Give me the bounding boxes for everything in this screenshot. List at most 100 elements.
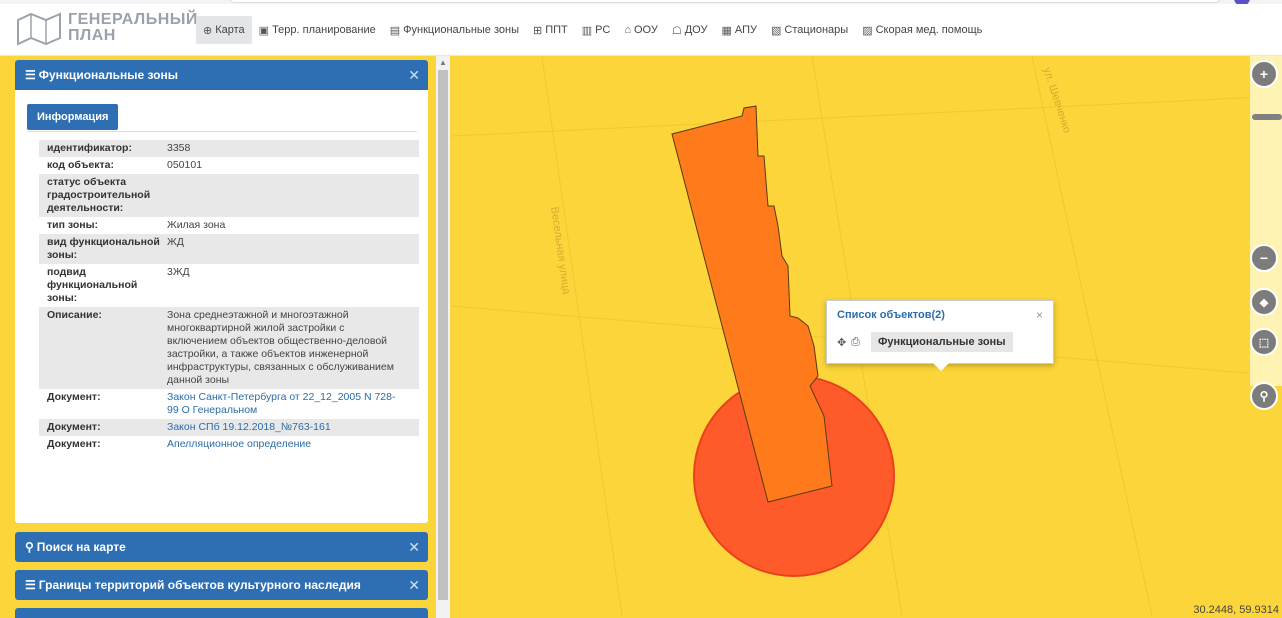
- prop-key: идентификатор:: [47, 142, 132, 154]
- panel-header[interactable]: ☰ Границы территорий объектов культурног…: [15, 570, 428, 600]
- prop-value: 050101: [167, 159, 203, 171]
- prop-value: Жилая зона: [167, 219, 226, 231]
- nav-item-territorial-planning[interactable]: ▣ Терр. планирование: [252, 16, 383, 44]
- nav-label: АПУ: [734, 24, 758, 36]
- prop-key: статус объекта градостроительной деятель…: [47, 176, 151, 214]
- panel-header[interactable]: ☰ Функциональные зоны ✕: [15, 60, 428, 90]
- panel-collapsed-next[interactable]: [15, 608, 428, 618]
- list-icon: ☰: [25, 68, 36, 82]
- grid-icon: ⊞: [533, 24, 543, 37]
- panel-title: Границы территорий объектов культурного …: [38, 578, 361, 592]
- nav-label: Скорая мед. помощь: [875, 24, 983, 36]
- list-icon: ☰: [25, 578, 36, 592]
- document-link[interactable]: Закон СПб 19.12.2018_№763-161: [167, 421, 407, 434]
- nav-label: ДОУ: [684, 24, 708, 36]
- search-icon: ⚲: [25, 540, 34, 554]
- search-map-icon[interactable]: ⚲: [1250, 382, 1278, 410]
- close-icon[interactable]: ✕: [408, 67, 420, 84]
- prop-key: тип зоны:: [47, 219, 99, 231]
- prop-key: Документ:: [47, 421, 101, 433]
- nav-item-ppt[interactable]: ⊞ ППТ: [526, 16, 575, 44]
- properties-table: идентификатор: 3358 код объекта: 050101 ст…: [39, 140, 419, 453]
- prop-row: Документ: Закон Санкт-Петербурга от 22_12…: [39, 389, 419, 419]
- nav-item-dou[interactable]: ☖ ДОУ: [665, 16, 715, 44]
- logo-text-line1: ГЕНЕРАЛЬНЫЙ: [68, 11, 198, 28]
- scrollbar-thumb[interactable]: [438, 70, 448, 600]
- globe-icon: ⊕: [203, 24, 213, 37]
- close-icon[interactable]: ×: [1036, 308, 1043, 322]
- nav-label: ООУ: [634, 24, 658, 36]
- tab-divider: [27, 131, 417, 132]
- popup-title: Список объектов(2): [837, 309, 945, 321]
- prop-row: Документ: Закон СПб 19.12.2018_№763-161: [39, 419, 419, 436]
- nav-item-functional-zones[interactable]: ▤ Функциональные зоны: [383, 16, 526, 44]
- panel-title: Поиск на карте: [36, 540, 126, 554]
- document-link[interactable]: Апелляционное определение: [167, 438, 407, 451]
- table-icon: ▤: [389, 24, 401, 37]
- panel-map-search: ⚲ Поиск на карте ✕: [15, 532, 428, 562]
- prop-value: ЖД: [167, 236, 184, 248]
- prop-value: Зона среднеэтажной и многоэтажной многок…: [167, 309, 394, 386]
- zoom-out-button[interactable]: −: [1250, 244, 1278, 272]
- document-icon: ▣: [258, 24, 270, 37]
- close-icon[interactable]: ✕: [408, 577, 420, 594]
- address-bar[interactable]: [230, 0, 1220, 3]
- prop-value: 3358: [167, 142, 191, 154]
- nav-item-ambulance[interactable]: ▨ Скорая мед. помощь: [855, 16, 989, 44]
- coordinates-readout: 30.2448, 59.9314: [1193, 604, 1279, 616]
- objects-popup: Список объектов(2) × ✥ ⎙ Функциональные …: [826, 300, 1054, 371]
- prop-row: подвид функциональной зоны: 3ЖД: [39, 264, 419, 307]
- popup-row: ✥ ⎙ Функциональные зоны: [837, 331, 1013, 353]
- logo[interactable]: ГЕНЕРАЛЬНЫЙ ПЛАН: [16, 10, 197, 48]
- sidebar: ☰ Функциональные зоны ✕ Информация идент…: [0, 56, 452, 618]
- nav-item-oou[interactable]: ⌂ ООУ: [617, 16, 665, 44]
- layers-icon[interactable]: ◆: [1250, 288, 1278, 316]
- zoom-in-button[interactable]: +: [1250, 60, 1278, 88]
- document-link[interactable]: Закон Санкт-Петербурга от 22_12_2005 N 7…: [167, 391, 407, 417]
- nav-label: Терр. планирование: [272, 24, 376, 36]
- nav-label: Стационары: [784, 24, 849, 36]
- nav-item-hospitals[interactable]: ▧ Стационары: [764, 16, 855, 44]
- building-icon: ▥: [581, 24, 593, 37]
- app-window: ГЕНЕРАЛЬНЫЙ ПЛАН ⊕ Карта ▣ Терр. планирова…: [0, 0, 1282, 618]
- prop-key: вид функциональной зоны:: [47, 236, 160, 261]
- prop-row: код объекта: 050101: [39, 157, 419, 174]
- prop-row: статус объекта градостроительной деятель…: [39, 174, 419, 217]
- nav-item-map[interactable]: ⊕ Карта: [196, 16, 252, 44]
- sidebar-scrollbar[interactable]: ▲: [436, 56, 450, 618]
- nav-label: РС: [595, 24, 611, 36]
- tab-information[interactable]: Информация: [27, 104, 119, 130]
- ambulance-icon: ▨: [862, 24, 873, 37]
- hospital-icon: ▧: [771, 24, 782, 37]
- zoom-slider-handle[interactable]: [1252, 114, 1282, 120]
- popup-pointer: [933, 363, 949, 371]
- prop-row: вид функциональной зоны: ЖД: [39, 234, 419, 264]
- panel-functional-zones: ☰ Функциональные зоны ✕ Информация идент…: [15, 60, 428, 523]
- nav-item-rs[interactable]: ▥ РС: [575, 16, 618, 44]
- prop-key: код объекта:: [47, 159, 114, 171]
- logo-text: ГЕНЕРАЛЬНЫЙ ПЛАН: [68, 12, 198, 44]
- child-icon: ☖: [671, 24, 682, 37]
- nav-label: Функциональные зоны: [403, 24, 519, 36]
- prop-value: 3ЖД: [167, 266, 190, 278]
- move-icon[interactable]: ✥: [837, 336, 851, 349]
- logo-icon: [17, 12, 61, 46]
- prop-row: идентификатор: 3358: [39, 140, 419, 157]
- prop-row: тип зоны: Жилая зона: [39, 217, 419, 234]
- app-header: ГЕНЕРАЛЬНЫЙ ПЛАН ⊕ Карта ▣ Терр. планирова…: [0, 4, 1282, 56]
- close-icon[interactable]: ✕: [408, 539, 420, 556]
- prop-key: Документ:: [47, 438, 101, 450]
- nav-item-apu[interactable]: ▦ АПУ: [715, 16, 765, 44]
- prop-value: [167, 176, 407, 215]
- scroll-up-icon[interactable]: ▲: [439, 58, 447, 67]
- main-nav: ⊕ Карта ▣ Терр. планирование ▤ Функциональн…: [196, 16, 989, 44]
- measure-icon[interactable]: ⬚: [1250, 328, 1278, 356]
- prop-row: Описание: Зона среднеэтажной и многоэтажн…: [39, 307, 419, 389]
- prop-key: Документ:: [47, 391, 101, 403]
- prop-row: Документ: Апелляционное определение: [39, 436, 419, 453]
- panel-header[interactable]: ⚲ Поиск на карте ✕: [15, 532, 428, 562]
- print-icon[interactable]: ⎙: [851, 336, 865, 349]
- school-icon: ⌂: [624, 24, 631, 36]
- nav-label: ППТ: [545, 24, 568, 36]
- popup-item-functional-zones[interactable]: Функциональные зоны: [871, 332, 1013, 352]
